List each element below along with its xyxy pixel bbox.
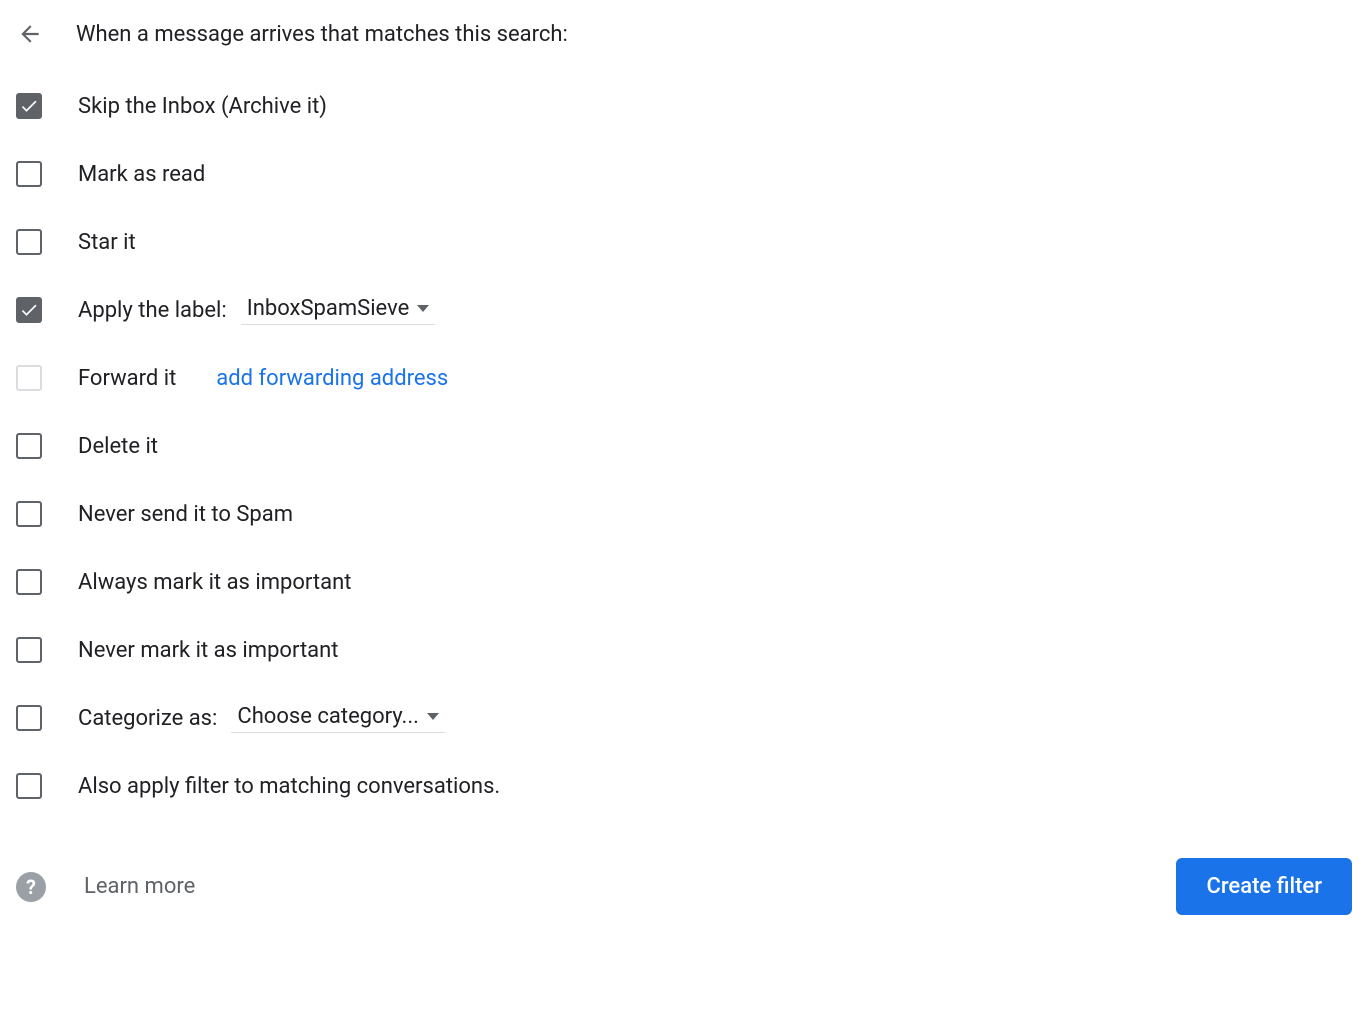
option-label: Always mark it as important	[78, 570, 351, 595]
option-text: Never send it to Spam	[78, 502, 293, 527]
option-text: Mark as read	[78, 162, 205, 187]
option-label: Skip the Inbox (Archive it)	[78, 94, 327, 119]
option-row-mark-important: Always mark it as important	[10, 548, 1360, 616]
option-row-apply-label: Apply the label: InboxSpamSieve	[10, 276, 1360, 344]
checkbox-never-important[interactable]	[16, 637, 42, 663]
checkbox-forward-it	[16, 365, 42, 391]
chevron-down-icon	[417, 305, 429, 312]
dropdown-apply-label[interactable]: InboxSpamSieve	[241, 296, 436, 325]
option-row-never-spam: Never send it to Spam	[10, 480, 1360, 548]
option-text: Forward it	[78, 366, 176, 391]
checkbox-star-it[interactable]	[16, 229, 42, 255]
filter-options-list: Skip the Inbox (Archive it) Mark as read S…	[10, 72, 1360, 820]
option-label: Mark as read	[78, 162, 205, 187]
checkbox-categorize[interactable]	[16, 705, 42, 731]
option-label: Also apply filter to matching conversati…	[78, 774, 500, 799]
help-icon[interactable]: ?	[16, 872, 46, 902]
learn-more-link[interactable]: Learn more	[84, 874, 195, 899]
checkbox-mark-read[interactable]	[16, 161, 42, 187]
checkbox-never-spam[interactable]	[16, 501, 42, 527]
option-row-delete-it: Delete it	[10, 412, 1360, 480]
option-text: Also apply filter to matching conversati…	[78, 774, 500, 799]
option-label: Delete it	[78, 434, 158, 459]
checkbox-delete-it[interactable]	[16, 433, 42, 459]
create-filter-button[interactable]: Create filter	[1176, 858, 1352, 915]
checkbox-skip-inbox[interactable]	[16, 93, 42, 119]
check-icon	[19, 96, 39, 116]
checkbox-mark-important[interactable]	[16, 569, 42, 595]
option-label: Star it	[78, 230, 136, 255]
arrow-left-icon	[17, 21, 43, 47]
panel-title: When a message arrives that matches this…	[76, 22, 568, 47]
footer-left: ? Learn more	[12, 872, 195, 902]
option-row-never-important: Never mark it as important	[10, 616, 1360, 684]
option-row-categorize: Categorize as: Choose category...	[10, 684, 1360, 752]
option-text: Never mark it as important	[78, 638, 338, 663]
option-row-star-it: Star it	[10, 208, 1360, 276]
dropdown-value: InboxSpamSieve	[247, 296, 410, 321]
option-row-forward-it: Forward it add forwarding address	[10, 344, 1360, 412]
option-text: Always mark it as important	[78, 570, 351, 595]
option-text: Delete it	[78, 434, 158, 459]
forwarding-address-link[interactable]: add forwarding address	[216, 366, 448, 391]
option-text: Skip the Inbox (Archive it)	[78, 94, 327, 119]
checkbox-also-apply[interactable]	[16, 773, 42, 799]
option-text: Categorize as:	[78, 706, 217, 731]
option-label: Never send it to Spam	[78, 502, 293, 527]
dropdown-categorize[interactable]: Choose category...	[231, 704, 445, 733]
option-label: Forward it add forwarding address	[78, 366, 448, 391]
check-icon	[19, 300, 39, 320]
dropdown-value: Choose category...	[237, 704, 419, 729]
panel-footer: ? Learn more Create filter	[10, 820, 1360, 915]
panel-header: When a message arrives that matches this…	[10, 14, 1360, 72]
option-row-skip-inbox: Skip the Inbox (Archive it)	[10, 72, 1360, 140]
back-button[interactable]	[10, 14, 50, 54]
option-text: Apply the label:	[78, 298, 227, 323]
option-label: Categorize as: Choose category...	[78, 704, 445, 733]
filter-create-panel: When a message arrives that matches this…	[0, 0, 1370, 939]
option-label: Never mark it as important	[78, 638, 338, 663]
option-row-mark-read: Mark as read	[10, 140, 1360, 208]
option-row-also-apply: Also apply filter to matching conversati…	[10, 752, 1360, 820]
option-text: Star it	[78, 230, 136, 255]
checkbox-apply-label[interactable]	[16, 297, 42, 323]
option-label: Apply the label: InboxSpamSieve	[78, 296, 435, 325]
chevron-down-icon	[427, 713, 439, 720]
